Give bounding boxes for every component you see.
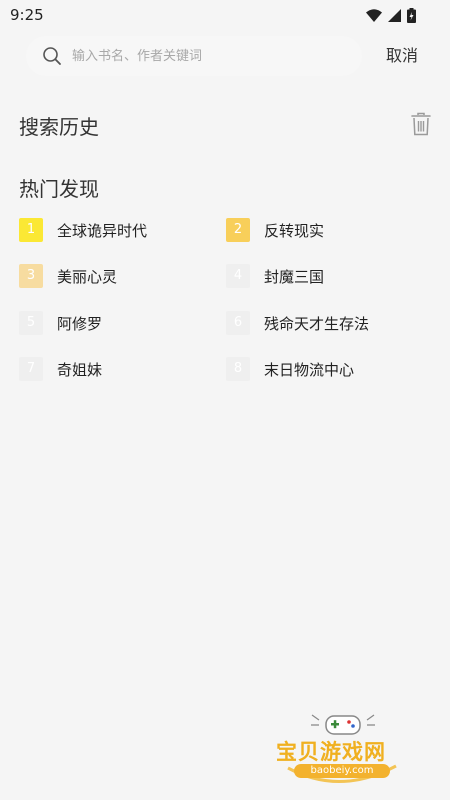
hot-item-title: 残命天才生存法 bbox=[264, 314, 370, 333]
hot-item-title: 反转现实 bbox=[264, 221, 325, 240]
trash-icon[interactable] bbox=[410, 112, 432, 136]
hot-item-6[interactable]: 6 残命天才生存法 bbox=[226, 310, 369, 336]
search-row: 取消 bbox=[0, 36, 450, 76]
hot-item-8[interactable]: 8 末日物流中心 bbox=[226, 356, 354, 382]
hot-item-title: 阿修罗 bbox=[57, 314, 103, 333]
hot-item-title: 美丽心灵 bbox=[57, 267, 118, 286]
hot-item-title: 末日物流中心 bbox=[264, 360, 355, 379]
hot-item-2[interactable]: 2 反转现实 bbox=[226, 217, 324, 243]
rank-badge: 8 bbox=[226, 357, 250, 381]
hot-item-3[interactable]: 3 美丽心灵 bbox=[19, 263, 117, 289]
rank-badge: 3 bbox=[19, 264, 43, 288]
rank-badge: 1 bbox=[19, 218, 43, 242]
battery-icon bbox=[407, 7, 416, 23]
status-time: 9:25 bbox=[10, 6, 44, 24]
hot-item-4[interactable]: 4 封魔三国 bbox=[226, 263, 324, 289]
hot-item-title: 全球诡异时代 bbox=[57, 221, 148, 240]
status-icons bbox=[366, 7, 416, 23]
cancel-button[interactable]: 取消 bbox=[386, 36, 418, 76]
watermark-url: baobeiy.com bbox=[294, 764, 390, 778]
watermark-name: 宝贝游戏网 bbox=[276, 740, 386, 764]
hot-item-title: 封魔三国 bbox=[264, 267, 325, 286]
search-history-title: 搜索历史 bbox=[19, 115, 99, 139]
rank-badge: 7 bbox=[19, 357, 43, 381]
wifi-icon bbox=[366, 8, 382, 22]
cell-signal-icon bbox=[388, 8, 401, 22]
rank-badge: 5 bbox=[19, 311, 43, 335]
search-icon bbox=[43, 47, 61, 65]
hot-discovery-title: 热门发现 bbox=[19, 177, 99, 201]
hot-item-7[interactable]: 7 奇姐妹 bbox=[19, 356, 102, 382]
hot-item-title: 奇姐妹 bbox=[57, 360, 103, 379]
search-input[interactable] bbox=[72, 36, 352, 76]
rank-badge: 4 bbox=[226, 264, 250, 288]
watermark: 宝贝游戏网 baobeiy.com bbox=[270, 712, 420, 792]
hot-item-5[interactable]: 5 阿修罗 bbox=[19, 310, 102, 336]
search-box[interactable] bbox=[26, 36, 362, 76]
status-bar: 9:25 bbox=[0, 0, 450, 30]
hot-item-1[interactable]: 1 全球诡异时代 bbox=[19, 217, 147, 243]
rank-badge: 6 bbox=[226, 311, 250, 335]
rank-badge: 2 bbox=[226, 218, 250, 242]
